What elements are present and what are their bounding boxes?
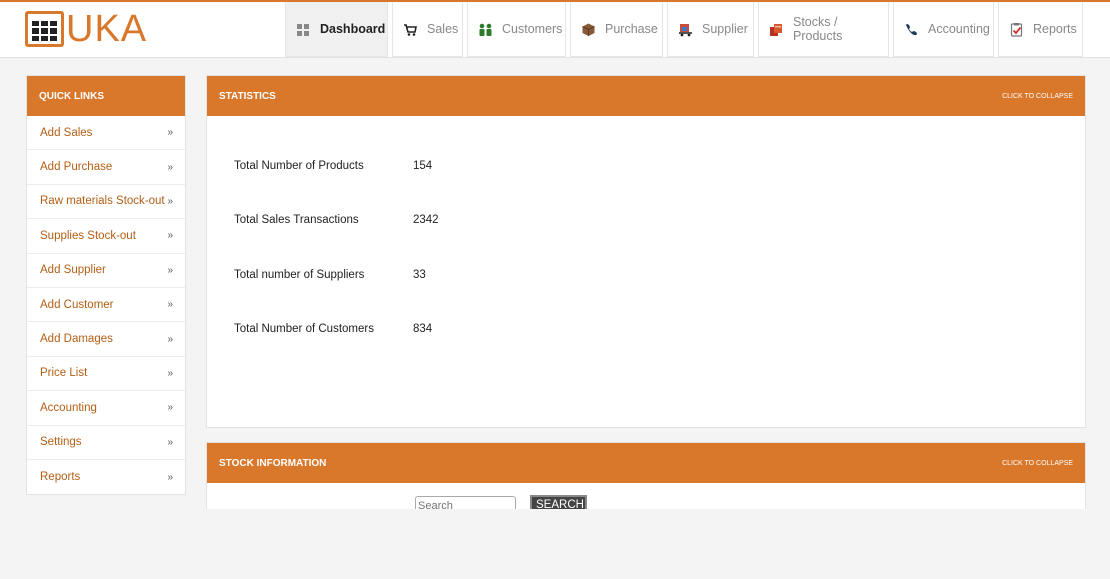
sidebar-item-label: Raw materials Stock-out xyxy=(40,195,165,208)
chevron-right-icon: » xyxy=(167,367,173,379)
sidebar-item-supplies-stock-out[interactable]: Supplies Stock-out » xyxy=(27,219,185,254)
nav-supplier[interactable]: Supplier xyxy=(667,2,754,57)
sidebar-item-label: Add Customer xyxy=(40,298,114,311)
collapse-toggle[interactable]: CLICK TO COLLAPSE xyxy=(1002,460,1073,467)
chevron-right-icon: » xyxy=(167,195,173,207)
sidebar-item-label: Add Sales xyxy=(40,126,93,139)
stat-label: Total Sales Transactions xyxy=(234,214,359,226)
sidebar-item-label: Add Damages xyxy=(40,333,113,346)
quick-links-sidebar: QUICK LINKS Add Sales » Add Purchase » Raw… xyxy=(26,75,186,496)
nav-label: Purchase xyxy=(605,22,658,36)
chevron-right-icon: » xyxy=(167,436,173,448)
truck-icon xyxy=(678,22,693,37)
chevron-right-icon: » xyxy=(167,471,173,483)
logo[interactable]: UKA xyxy=(25,10,147,48)
sidebar-item-label: Accounting xyxy=(40,401,97,414)
sidebar-item-add-purchase[interactable]: Add Purchase » xyxy=(27,150,185,185)
logo-text: UKA xyxy=(66,8,148,50)
stat-label: Total number of Suppliers xyxy=(234,269,365,281)
sidebar-item-add-sales[interactable]: Add Sales » xyxy=(27,116,185,151)
sidebar-title: QUICK LINKS xyxy=(27,76,185,116)
stat-value: 33 xyxy=(413,269,426,281)
sidebar-item-price-list[interactable]: Price List » xyxy=(27,357,185,392)
nav-reports[interactable]: Reports xyxy=(998,2,1083,57)
nav-purchase[interactable]: Purchase xyxy=(570,2,663,57)
books-icon xyxy=(769,22,784,37)
sidebar-item-accounting[interactable]: Accounting » xyxy=(27,391,185,426)
stat-label: Total Number of Products xyxy=(234,160,364,172)
stat-value: 154 xyxy=(413,160,433,172)
sidebar-item-label: Supplies Stock-out xyxy=(40,229,136,242)
nav-sales[interactable]: Sales xyxy=(392,2,463,57)
nav-stocks-products[interactable]: Stocks / Products xyxy=(758,2,889,57)
nav-dashboard[interactable]: Dashboard xyxy=(285,2,388,57)
phone-icon xyxy=(904,22,919,37)
panel-title: STATISTICS xyxy=(219,90,276,102)
stock-information-header: STOCK INFORMATION CLICK TO COLLAPSE xyxy=(207,443,1085,483)
nav-label: Stocks / Products xyxy=(793,15,843,43)
box-icon xyxy=(581,22,596,37)
chevron-right-icon: » xyxy=(167,333,173,345)
sidebar-item-label: Add Supplier xyxy=(40,264,106,277)
collapse-toggle[interactable]: CLICK TO COLLAPSE xyxy=(1002,93,1073,100)
nav-label: Accounting xyxy=(928,22,990,36)
sidebar-item-raw-materials-stock-out[interactable]: Raw materials Stock-out» xyxy=(27,185,185,220)
sidebar-item-label: Price List xyxy=(40,367,88,380)
stat-value: 834 xyxy=(413,323,433,335)
sidebar-item-add-customer[interactable]: Add Customer » xyxy=(27,288,185,323)
clipboard-icon xyxy=(1009,22,1024,37)
nav-accounting[interactable]: Accounting xyxy=(893,2,994,57)
statistics-header: STATISTICS CLICK TO COLLAPSE xyxy=(207,76,1085,116)
cart-icon xyxy=(403,22,418,37)
sidebar-item-settings[interactable]: Settings » xyxy=(27,426,185,460)
sidebar-item-add-supplier[interactable]: Add Supplier » xyxy=(27,254,185,288)
sidebar-item-label: Reports xyxy=(40,471,81,484)
chevron-right-icon: » xyxy=(167,230,173,242)
statistics-panel: STATISTICS CLICK TO COLLAPSE Total Numbe… xyxy=(206,75,1086,428)
nav-label: Reports xyxy=(1033,22,1077,36)
chevron-right-icon: » xyxy=(167,299,173,311)
nav-customers[interactable]: Customers xyxy=(467,2,566,57)
sidebar-item-label: Settings xyxy=(40,436,82,449)
people-icon xyxy=(478,22,493,37)
nav-label: Customers xyxy=(502,22,563,36)
sidebar-item-label: Add Purchase xyxy=(40,161,113,174)
panel-title: STOCK INFORMATION xyxy=(219,457,327,469)
stat-label: Total Number of Customers xyxy=(234,323,374,335)
nav-label: Sales xyxy=(427,22,459,36)
page-footer-area xyxy=(0,509,1110,579)
nav-label: Dashboard xyxy=(320,22,386,36)
nav-label: Supplier xyxy=(702,22,748,36)
sidebar-item-add-damages[interactable]: Add Damages » xyxy=(27,322,185,357)
logo-icon xyxy=(25,11,64,47)
chevron-right-icon: » xyxy=(167,161,173,173)
chevron-right-icon: » xyxy=(167,264,173,276)
stock-information-panel: STOCK INFORMATION CLICK TO COLLAPSE xyxy=(206,442,1086,512)
stat-value: 2342 xyxy=(413,214,439,226)
chevron-right-icon: » xyxy=(167,402,173,414)
chevron-right-icon: » xyxy=(167,127,173,139)
grid-icon xyxy=(296,22,311,37)
sidebar-item-reports[interactable]: Reports » xyxy=(27,460,185,494)
